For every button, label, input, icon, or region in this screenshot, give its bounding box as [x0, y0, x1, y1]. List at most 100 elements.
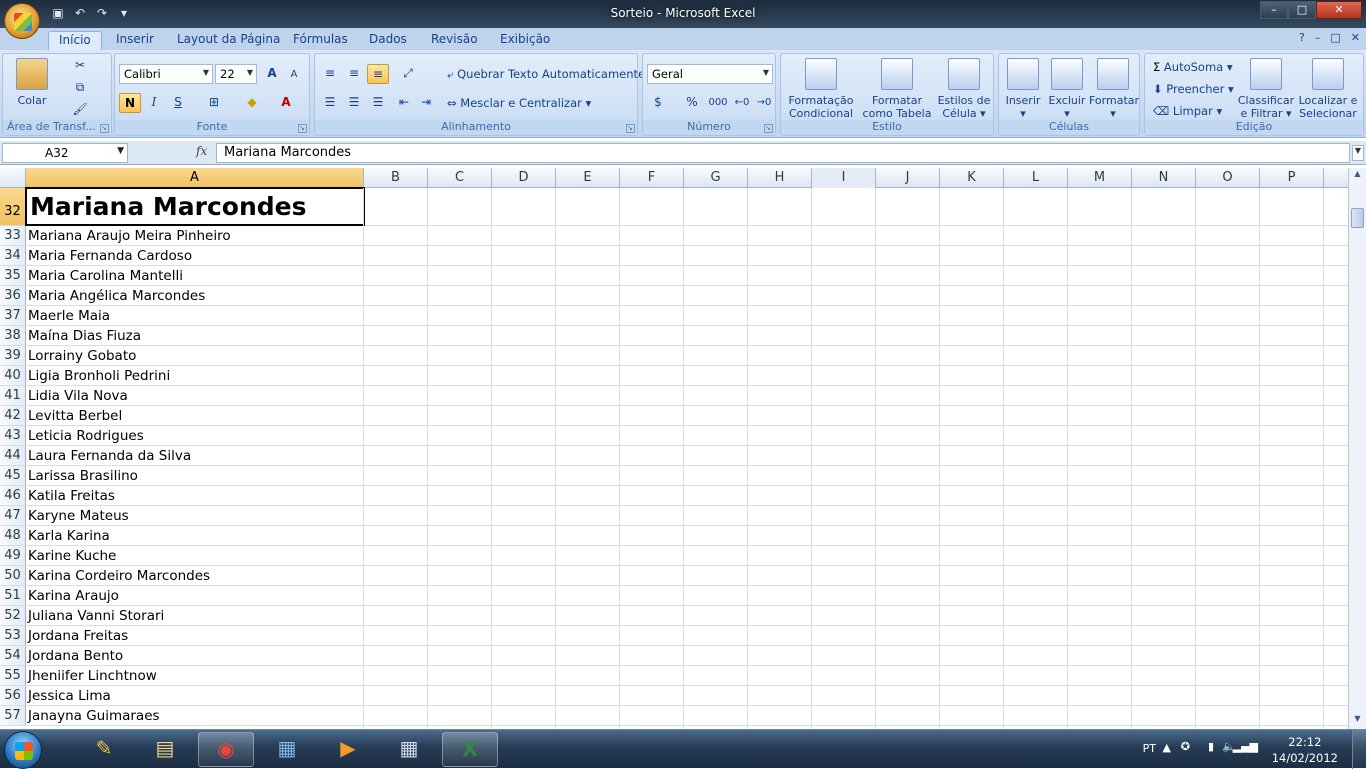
taskbar-excel-button[interactable]: X [442, 732, 498, 767]
row-header[interactable]: 48 [0, 526, 26, 545]
scrollbar-thumb[interactable] [1351, 208, 1364, 228]
cell-a[interactable]: Karina Cordeiro Marcondes [26, 566, 364, 585]
doc-minimize-icon[interactable]: – [1315, 31, 1321, 44]
cell-a[interactable]: Maria Angélica Marcondes [26, 286, 364, 305]
cell-a[interactable]: Lorrainy Gobato [26, 346, 364, 365]
close-button[interactable]: ✕ [1316, 1, 1362, 19]
taskbar-media-player-button[interactable]: ▶ [320, 732, 376, 767]
column-header-m[interactable]: M [1068, 168, 1132, 188]
row-header[interactable]: 41 [0, 386, 26, 405]
increase-decimal-icon[interactable]: ←0 [731, 93, 753, 113]
row-header[interactable]: 38 [0, 326, 26, 345]
cell-a[interactable]: Maria Carolina Mantelli [26, 266, 364, 285]
row-header[interactable]: 43 [0, 426, 26, 445]
font-launcher[interactable]: ↘ [298, 124, 307, 133]
shrink-font-button[interactable]: A [283, 65, 305, 85]
clock[interactable]: 22:12 14/02/2012 [1272, 734, 1338, 766]
language-indicator[interactable]: PT [1143, 742, 1156, 755]
alignment-launcher[interactable]: ↘ [626, 124, 635, 133]
row-header[interactable]: 34 [0, 246, 26, 265]
scroll-up-icon[interactable]: ▲ [1351, 169, 1364, 183]
minimize-button[interactable]: – [1260, 1, 1288, 19]
align-center-icon[interactable]: ☰ [343, 93, 365, 113]
cell-a[interactable]: Ligia Bronholi Pedrini [26, 366, 364, 385]
select-all-corner[interactable] [0, 168, 26, 188]
cell-a[interactable]: Karine Kuche [26, 546, 364, 565]
column-header-l[interactable]: L [1004, 168, 1068, 188]
align-top-icon[interactable]: ≡ [319, 64, 341, 84]
cell-a[interactable]: Karla Karina [26, 526, 364, 545]
borders-icon[interactable]: ⊞ [203, 93, 225, 113]
column-header-h[interactable]: H [748, 168, 812, 188]
format-painter-icon[interactable]: 🖌 [69, 100, 91, 120]
cell-styles-button[interactable]: Estilos de Célula ▾ [935, 58, 993, 120]
percent-button[interactable]: % [681, 93, 703, 113]
expand-formula-bar-icon[interactable]: ▼ [1352, 145, 1364, 161]
start-button[interactable] [4, 731, 42, 769]
increase-indent-icon[interactable]: ⇥ [415, 93, 437, 113]
format-cells-button[interactable]: Formatar ▾ [1089, 58, 1139, 120]
align-left-icon[interactable]: ☰ [319, 93, 341, 113]
taskbar-paint-button[interactable]: ✎ [76, 732, 132, 767]
row-header[interactable]: 51 [0, 586, 26, 605]
number-launcher[interactable]: ↘ [764, 124, 773, 133]
column-header-b[interactable]: B [364, 168, 428, 188]
cell-a[interactable]: Leticia Rodrigues [26, 426, 364, 445]
font-size-select[interactable]: 22 ▼ [215, 64, 257, 84]
row-header[interactable]: 50 [0, 566, 26, 585]
row-header[interactable]: 44 [0, 446, 26, 465]
font-name-select[interactable]: Calibri ▼ [119, 64, 213, 84]
taskbar-explorer-button[interactable]: ▤ [137, 732, 193, 767]
column-header-k[interactable]: K [940, 168, 1004, 188]
row-header[interactable]: 37 [0, 306, 26, 325]
row-header[interactable]: 53 [0, 626, 26, 645]
cell-a[interactable]: Jordana Freitas [26, 626, 364, 645]
taskbar-chrome-button[interactable]: ◉ [198, 732, 254, 767]
tab-revisao[interactable]: Revisão [421, 31, 488, 50]
bold-button[interactable]: N [119, 93, 141, 113]
column-header-g[interactable]: G [684, 168, 748, 188]
column-header-o[interactable]: O [1196, 168, 1260, 188]
scroll-down-icon[interactable]: ▼ [1351, 714, 1364, 728]
row-header[interactable]: 40 [0, 366, 26, 385]
align-bottom-icon[interactable]: ≡ [367, 64, 389, 84]
fill-button[interactable]: ⬇ Preencher ▾ [1153, 82, 1234, 96]
cell-a[interactable]: Mariana Araujo Meira Pinheiro [26, 226, 364, 245]
paste-button[interactable]: Colar [13, 58, 51, 107]
cell-a[interactable]: Maerle Maia [26, 306, 364, 325]
row-header[interactable]: 42 [0, 406, 26, 425]
column-header-p[interactable]: P [1260, 168, 1324, 188]
column-header-d[interactable]: D [492, 168, 556, 188]
italic-button[interactable]: I [143, 93, 165, 113]
formula-input[interactable]: Mariana Marcondes [216, 143, 1350, 163]
fill-color-icon[interactable]: ◆ [241, 93, 263, 113]
column-header-n[interactable]: N [1132, 168, 1196, 188]
help-icon[interactable]: ? [1299, 31, 1305, 44]
column-header-i[interactable]: I [812, 168, 876, 188]
vertical-scrollbar[interactable]: ▲ ▼ [1348, 168, 1366, 729]
cell-a[interactable]: Karina Araujo [26, 586, 364, 605]
cell-a[interactable]: Katila Freitas [26, 486, 364, 505]
underline-button[interactable]: S [167, 93, 189, 113]
row-header[interactable]: 57 [0, 706, 26, 725]
tray-expand-icon[interactable]: ▲ [1163, 741, 1171, 754]
decrease-decimal-icon[interactable]: →0 [753, 93, 775, 113]
row-header[interactable]: 49 [0, 546, 26, 565]
spreadsheet-grid[interactable]: ABCDEFGHIJKLMNOP 32 Mariana Marcondes 33 Ma… [0, 168, 1348, 729]
sort-filter-button[interactable]: Classificar e Filtrar ▾ [1237, 58, 1295, 120]
row-header[interactable]: 45 [0, 466, 26, 485]
row-header[interactable]: 52 [0, 606, 26, 625]
row-header[interactable]: 35 [0, 266, 26, 285]
cell-a[interactable]: Maria Fernanda Cardoso [26, 246, 364, 265]
row-header[interactable]: 33 [0, 226, 26, 245]
taskbar-photo-viewer-button[interactable]: ▦ [259, 732, 315, 767]
cell-a[interactable]: Janayna Guimaraes [26, 706, 364, 725]
cell-a[interactable]: Larissa Brasilino [26, 466, 364, 485]
tab-inserir[interactable]: Inserir [106, 31, 164, 50]
delete-cells-button[interactable]: Excluir ▾ [1045, 58, 1089, 120]
cell-a[interactable]: Jordana Bento [26, 646, 364, 665]
number-format-select[interactable]: Geral ▼ [647, 64, 773, 84]
row-header[interactable]: 47 [0, 506, 26, 525]
row-header[interactable]: 54 [0, 646, 26, 665]
grow-font-button[interactable]: A [261, 64, 283, 84]
